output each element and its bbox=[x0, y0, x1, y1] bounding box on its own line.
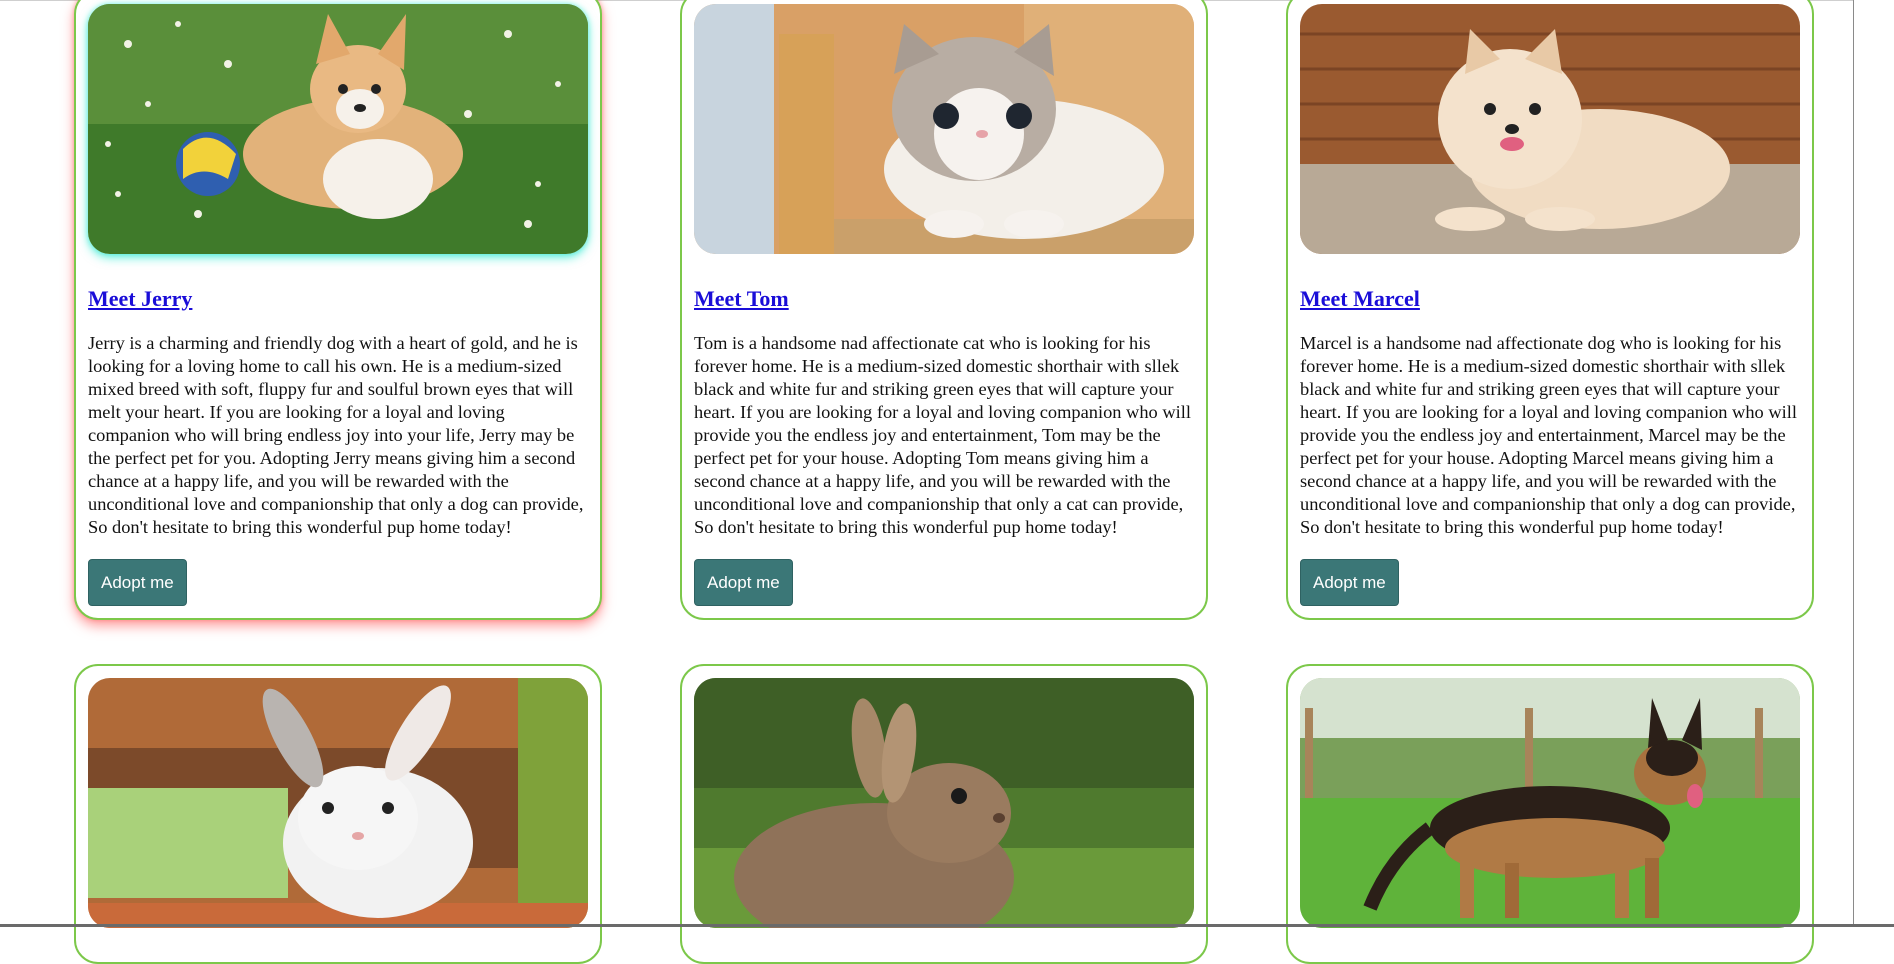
kitten-photo bbox=[694, 4, 1194, 254]
pet-title-link[interactable]: Meet Jerry bbox=[88, 286, 588, 312]
white-rabbit-photo bbox=[88, 678, 588, 928]
pet-description: Tom is a handsome nad affectionate cat w… bbox=[694, 333, 1191, 537]
pet-card-jerry: Meet Jerry Jerry is a charming and frien… bbox=[74, 0, 602, 620]
pet-card-german-shepherd bbox=[1286, 664, 1814, 964]
pet-card-white-rabbit bbox=[74, 664, 602, 964]
pet-description: Jerry is a charming and friendly dog wit… bbox=[88, 333, 584, 537]
pet-card-tom: Meet Tom Tom is a handsome nad affection… bbox=[680, 0, 1208, 620]
adopt-me-button[interactable]: Adopt me bbox=[88, 559, 187, 606]
pet-description: Marcel is a handsome nad affectionate do… bbox=[1300, 333, 1797, 537]
pet-card-marcel: Meet Marcel Marcel is a handsome nad aff… bbox=[1286, 0, 1814, 620]
brown-rabbit-photo bbox=[694, 678, 1194, 928]
pet-title-link[interactable]: Meet Marcel bbox=[1300, 286, 1800, 312]
corgi-puppy-photo bbox=[88, 4, 588, 254]
vertical-scrollbar[interactable] bbox=[1853, 0, 1894, 927]
adopt-me-button[interactable]: Adopt me bbox=[1300, 559, 1399, 606]
pet-title-link[interactable]: Meet Tom bbox=[694, 286, 1194, 312]
pet-card-brown-rabbit bbox=[680, 664, 1208, 964]
german-shepherd-photo bbox=[1300, 678, 1800, 928]
pomeranian-photo bbox=[1300, 4, 1800, 254]
adopt-me-button[interactable]: Adopt me bbox=[694, 559, 793, 606]
